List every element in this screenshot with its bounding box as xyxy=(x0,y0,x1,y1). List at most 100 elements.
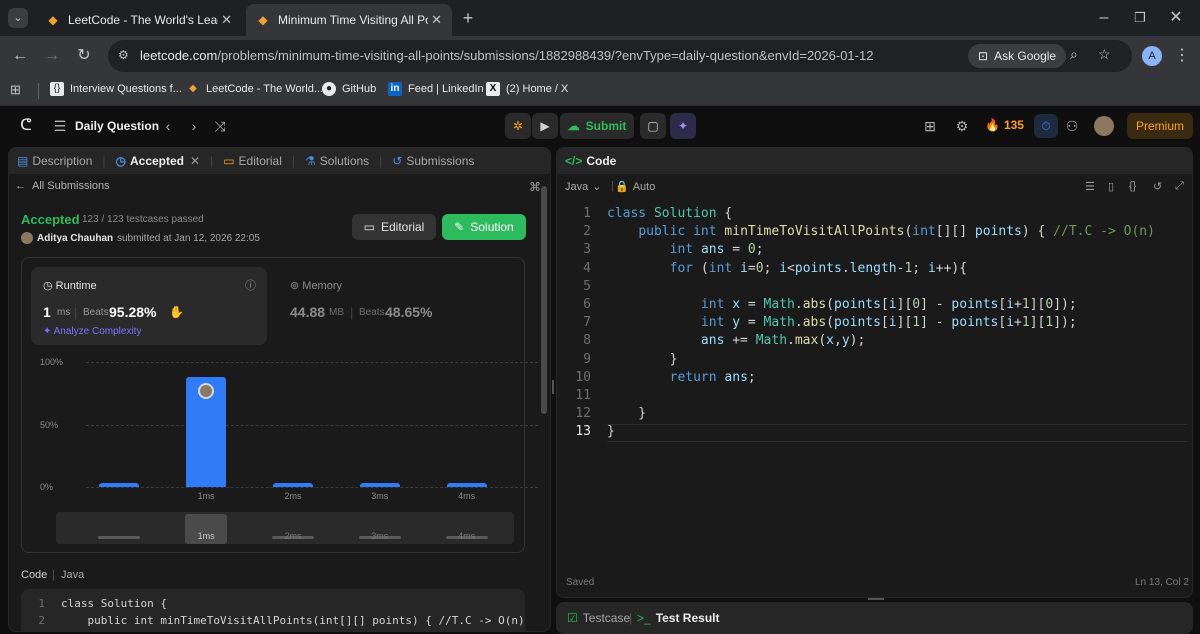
daily-question-title[interactable]: Daily Question xyxy=(75,119,159,133)
info-icon[interactable]: ⓘ xyxy=(245,277,256,293)
flask-icon: ⚗ xyxy=(305,154,316,168)
url-text[interactable]: leetcode.com/problems/minimum-time-visit… xyxy=(140,48,873,63)
run-icon[interactable]: ▶ xyxy=(532,113,558,139)
tab-label: Solutions xyxy=(319,154,370,168)
runtime-card[interactable]: ◷ Runtime ⓘ 1 ms | Beats 95.28% ✋ ✦ Anal… xyxy=(31,267,267,345)
code-line[interactable]: 6 int x = Math.abs(points[i][0] - points… xyxy=(557,297,1077,315)
code-tab[interactable]: </> Code xyxy=(557,154,624,168)
panel-resize-handle[interactable] xyxy=(552,380,554,394)
next-problem-icon[interactable]: › xyxy=(184,116,204,136)
all-submissions-link[interactable]: ← All Submissions xyxy=(15,180,110,192)
debug-icon[interactable]: ✲ xyxy=(505,113,531,139)
tab-search-icon[interactable]: ⌄ xyxy=(8,8,28,28)
prev-problem-icon[interactable]: ‹ xyxy=(158,116,178,136)
status-title: Accepted xyxy=(21,212,80,227)
solution-label: Solution xyxy=(470,220,514,234)
streak-counter[interactable]: 🔥 135 xyxy=(985,118,1024,132)
layout-grid-icon[interactable]: ⊞ xyxy=(920,116,940,136)
close-icon[interactable]: ✕ xyxy=(431,12,442,28)
ai-sparkle-icon[interactable]: ✦ xyxy=(670,113,696,139)
editorial-button[interactable]: ▭ Editorial xyxy=(352,214,436,240)
user-avatar[interactable] xyxy=(1094,116,1114,136)
bookmark-x[interactable]: X (2) Home / X xyxy=(486,82,568,96)
timer-icon[interactable]: ⏱ xyxy=(1034,114,1058,138)
author-name[interactable]: Aditya Chauhan xyxy=(37,233,113,244)
scrollbar-thumb[interactable] xyxy=(541,186,547,414)
auto-mode-toggle[interactable]: 🔒 Auto xyxy=(615,180,655,194)
bookmark-linkedin[interactable]: in Feed | LinkedIn xyxy=(388,82,484,96)
omnibox[interactable]: ⚙ leetcode.com/problems/minimum-time-vis… xyxy=(108,40,1132,72)
author-avatar[interactable] xyxy=(21,232,33,244)
tab-editorial[interactable]: ▭ Editorial xyxy=(215,154,290,168)
chart-bar-2ms[interactable] xyxy=(273,483,313,487)
analyze-complexity-link[interactable]: ✦ Analyze Complexity xyxy=(43,326,141,337)
shuffle-icon[interactable]: ⤨ xyxy=(210,116,230,136)
forward-icon[interactable]: → xyxy=(42,46,62,66)
code-line[interactable]: 7 int y = Math.abs(points[i][1] - points… xyxy=(557,315,1077,333)
leetcode-logo-icon[interactable]: ᕦ xyxy=(16,116,36,136)
code-line[interactable]: 10 return ans; xyxy=(557,370,755,388)
code-line[interactable]: 5 xyxy=(557,279,607,297)
code-line[interactable]: 11 xyxy=(557,388,607,406)
panel-resize-handle-horizontal[interactable] xyxy=(868,598,884,600)
solution-button[interactable]: ✎ Solution xyxy=(442,214,526,240)
close-icon[interactable]: ✕ xyxy=(221,12,232,28)
bookmark-interview[interactable]: {} Interview Questions f... xyxy=(50,82,182,96)
code-line[interactable]: 12 } xyxy=(557,406,646,424)
edit-icon: ✎ xyxy=(454,220,465,234)
cursor-position: Ln 13, Col 2 xyxy=(1135,577,1189,588)
tab-description[interactable]: ▤ Description xyxy=(9,154,100,168)
bookmark-github[interactable]: ● GitHub xyxy=(322,82,376,96)
close-tab-icon[interactable]: ✕ xyxy=(190,154,200,168)
memory-chip-icon: ⊚ xyxy=(290,280,300,292)
back-icon[interactable]: ← xyxy=(10,46,30,66)
settings-gear-icon[interactable]: ⚙ xyxy=(952,116,972,136)
testcase-tab[interactable]: ☑ Testcase xyxy=(567,611,630,625)
format-icon[interactable]: ☰ xyxy=(1085,180,1095,193)
profile-avatar[interactable]: A xyxy=(1142,46,1162,66)
browser-tab-leetcode[interactable]: ◆ LeetCode - The World's Leading P ✕ xyxy=(36,4,242,36)
code-line[interactable]: 9 } xyxy=(557,352,677,370)
code-editor[interactable]: 1 class Solution {2 public int minTimeToV… xyxy=(557,206,1192,446)
language-select[interactable]: Java ⌄ xyxy=(565,180,601,194)
bookmark-icon[interactable]: ▯ xyxy=(1108,180,1114,193)
braces-icon[interactable]: {} xyxy=(1129,180,1136,192)
history-icon: ↺ xyxy=(392,154,403,168)
submit-button[interactable]: ☁ Submit xyxy=(560,113,634,139)
code-line[interactable]: 4 for (int i=0; i<points.length-1; i++){ xyxy=(557,261,967,279)
zoom-search-icon[interactable]: ⌕ xyxy=(1070,46,1078,63)
minimize-icon[interactable]: – xyxy=(1094,8,1114,28)
apps-grid-icon[interactable]: ⊞ xyxy=(10,82,21,98)
site-info-icon[interactable]: ⚙ xyxy=(118,48,129,62)
premium-button[interactable]: Premium xyxy=(1127,113,1193,139)
ask-google-button[interactable]: ⊡ Ask Google xyxy=(968,44,1067,68)
streak-value: 135 xyxy=(1003,118,1024,132)
reload-icon[interactable]: ↻ xyxy=(74,46,94,66)
code-line[interactable]: 3 int ans = 0; xyxy=(557,242,763,260)
close-window-icon[interactable]: ✕ xyxy=(1166,8,1186,28)
runtime-distribution-chart[interactable]: 100% 50% 0% 1ms 2ms 3ms 4ms 1ms 2ms 3ms 4ms xyxy=(22,354,538,554)
add-friend-icon[interactable]: ⚇ xyxy=(1062,116,1082,136)
new-tab-icon[interactable]: + xyxy=(458,8,478,28)
notes-icon[interactable]: ▢ xyxy=(640,113,666,139)
browser-tab-active[interactable]: ◆ Minimum Time Visiting All Points ✕ xyxy=(246,4,452,36)
bookmark-leetcode[interactable]: ◆ LeetCode - The World... xyxy=(186,82,323,96)
test-result-tab[interactable]: >_ Test Result xyxy=(637,611,719,625)
chart-bar-0ms[interactable] xyxy=(99,483,140,487)
share-link-icon[interactable]: ⌘ xyxy=(529,180,541,194)
bookmark-star-icon[interactable]: ☆ xyxy=(1098,46,1111,63)
code-line[interactable]: 2 public int minTimeToVisitAllPoints(int… xyxy=(557,224,1155,242)
fullscreen-icon[interactable]: ⤢ xyxy=(1175,180,1184,193)
chart-bar-3ms[interactable] xyxy=(359,483,400,487)
reset-icon[interactable]: ↺ xyxy=(1153,180,1162,193)
chart-bar-4ms[interactable] xyxy=(446,483,487,487)
code-line[interactable]: 8 ans += Math.max(x,y); xyxy=(557,333,865,351)
tab-solutions[interactable]: ⚗ Solutions xyxy=(297,154,377,168)
tab-submissions[interactable]: ↺ Submissions xyxy=(384,154,482,168)
restore-icon[interactable]: ❐ xyxy=(1130,8,1150,28)
tab-accepted[interactable]: ◷ Accepted ✕ xyxy=(108,154,209,168)
problem-list-icon[interactable]: ☰ xyxy=(50,116,70,136)
menu-dots-icon[interactable]: ⋮ xyxy=(1172,46,1192,66)
code-line[interactable]: 1 class Solution { xyxy=(557,206,732,224)
memory-label-wrap[interactable]: ⊚ Memory xyxy=(290,279,342,292)
